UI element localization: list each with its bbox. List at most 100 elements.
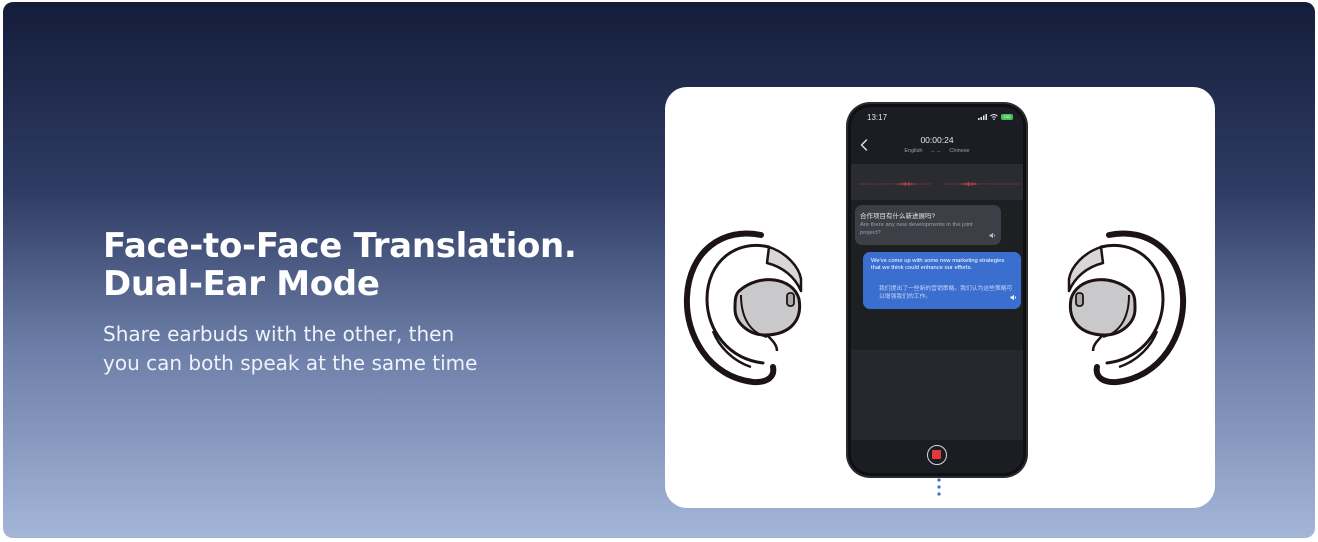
incoming-chinese-text: 合作项目有什么新进展吗? (860, 213, 936, 220)
waveform-bar (902, 182, 904, 186)
waveform-bar (964, 183, 965, 185)
headline-line-1: Face-to-Face Translation. (103, 226, 577, 266)
waveform-bar (892, 183, 894, 185)
waveform-bar (899, 183, 901, 185)
waveform-bar (923, 183, 925, 185)
battery-icon: 100 (1001, 114, 1013, 120)
waveform-bar (875, 183, 877, 185)
waveform-bar (1010, 183, 1011, 185)
waveform-bar (978, 183, 979, 185)
waveform-bar (994, 183, 996, 185)
waveform-bar (1003, 183, 1004, 185)
speaker-icon[interactable] (1010, 294, 1017, 301)
language-selector[interactable]: English ←→ Chinese (851, 148, 1023, 154)
waveform-bar (867, 183, 869, 185)
waveform-bar (954, 183, 955, 185)
call-timer: 00:00:24 (920, 135, 954, 145)
waveform-bar (926, 183, 927, 185)
waveform-bar (859, 183, 860, 185)
waveform-bar (868, 183, 870, 185)
waveform-bar (990, 183, 992, 185)
wifi-icon (990, 114, 998, 120)
waveform-bar (971, 182, 972, 186)
speaker-icon[interactable] (989, 232, 996, 239)
waveform-bar (962, 183, 964, 185)
audio-waveform (859, 182, 1020, 186)
subtitle-line-2: you can both speak at the same time (103, 351, 478, 375)
waveform-bar (863, 183, 864, 185)
message-bubble-incoming: 合作项目有什么新进展吗? Are there any new developme… (855, 205, 1001, 245)
waveform-bar (887, 183, 888, 185)
waveform-bar (1014, 183, 1016, 185)
waveform-bar (1001, 183, 1003, 185)
waveform-bar (966, 182, 968, 186)
waveform-bar (951, 183, 953, 185)
waveform-bar (973, 182, 975, 186)
waveform-bar (909, 182, 911, 186)
waveform-bar (1013, 183, 1014, 185)
waveform-bar (910, 182, 912, 186)
waveform-bar (861, 183, 863, 185)
waveform-bar (908, 182, 909, 186)
subtitle: Share earbuds with the other, then you c… (103, 320, 477, 378)
waveform-bar (898, 183, 899, 185)
phone-screen: 13:17 100 00:00:24 English ←→ Chinese 合作… (851, 107, 1023, 473)
waveform-bar (975, 183, 976, 185)
stop-record-button[interactable] (927, 445, 947, 465)
waveform-bar (983, 183, 985, 185)
waveform-bar (906, 182, 908, 186)
waveform-bar (877, 183, 878, 185)
waveform-bar (881, 183, 883, 185)
waveform-panel (851, 164, 1023, 200)
waveform-bar (972, 182, 974, 186)
target-language[interactable]: Chinese (949, 148, 969, 154)
waveform-bar (915, 183, 916, 185)
waveform-bar (880, 183, 881, 185)
waveform-bar (905, 182, 906, 186)
waveform-bar (864, 183, 866, 185)
waveform-bar (955, 183, 957, 185)
waveform-bar (917, 183, 919, 185)
waveform-bar (959, 183, 961, 185)
source-language[interactable]: English (904, 148, 922, 154)
waveform-bar (894, 183, 895, 185)
signal-icon (978, 114, 987, 120)
waveform-bar (870, 183, 871, 185)
connection-dots (937, 478, 941, 496)
waveform-bar (957, 183, 958, 185)
waveform-bar (901, 183, 902, 185)
outgoing-english-text: We've come up with some new marketing st… (871, 258, 1005, 272)
waveform-bar (885, 183, 887, 185)
waveform-bar (916, 183, 918, 185)
waveform-bar (896, 183, 898, 185)
swap-languages-icon[interactable]: ←→ (930, 148, 941, 154)
waveform-bar (1018, 183, 1020, 185)
waveform-bar (996, 183, 997, 185)
waveform-bar (992, 183, 993, 185)
waveform-bar (882, 183, 884, 185)
waveform-bar (1006, 183, 1007, 185)
waveform-bar (961, 183, 962, 185)
waveform-bar (922, 183, 923, 185)
incoming-english-text: Are there any new developments in the jo… (860, 222, 973, 236)
waveform-bar (920, 183, 922, 185)
subtitle-line-1: Share earbuds with the other, then (103, 322, 455, 346)
bottom-panel (851, 350, 1023, 440)
waveform-bar (929, 183, 930, 185)
message-bubble-outgoing: We've come up with some new marketing st… (863, 252, 1021, 309)
waveform-bar (903, 182, 905, 186)
left-ear-earbud-illustration (683, 230, 803, 386)
waveform-bar (1015, 183, 1017, 185)
status-bar: 13:17 100 (851, 107, 1023, 129)
waveform-bar (1000, 183, 1002, 185)
waveform-bar (948, 183, 950, 185)
waveform-bar (979, 183, 981, 185)
status-icons: 100 (978, 114, 1013, 120)
stop-record-icon (932, 450, 941, 459)
illustration-card: 13:17 100 00:00:24 English ←→ Chinese 合作… (665, 87, 1215, 508)
promo-banner: Face-to-Face Translation. Dual-Ear Mode … (3, 2, 1315, 538)
waveform-bar (912, 183, 913, 185)
waveform-bar (871, 183, 873, 185)
waveform-bar (965, 183, 967, 185)
status-time: 13:17 (867, 113, 888, 122)
